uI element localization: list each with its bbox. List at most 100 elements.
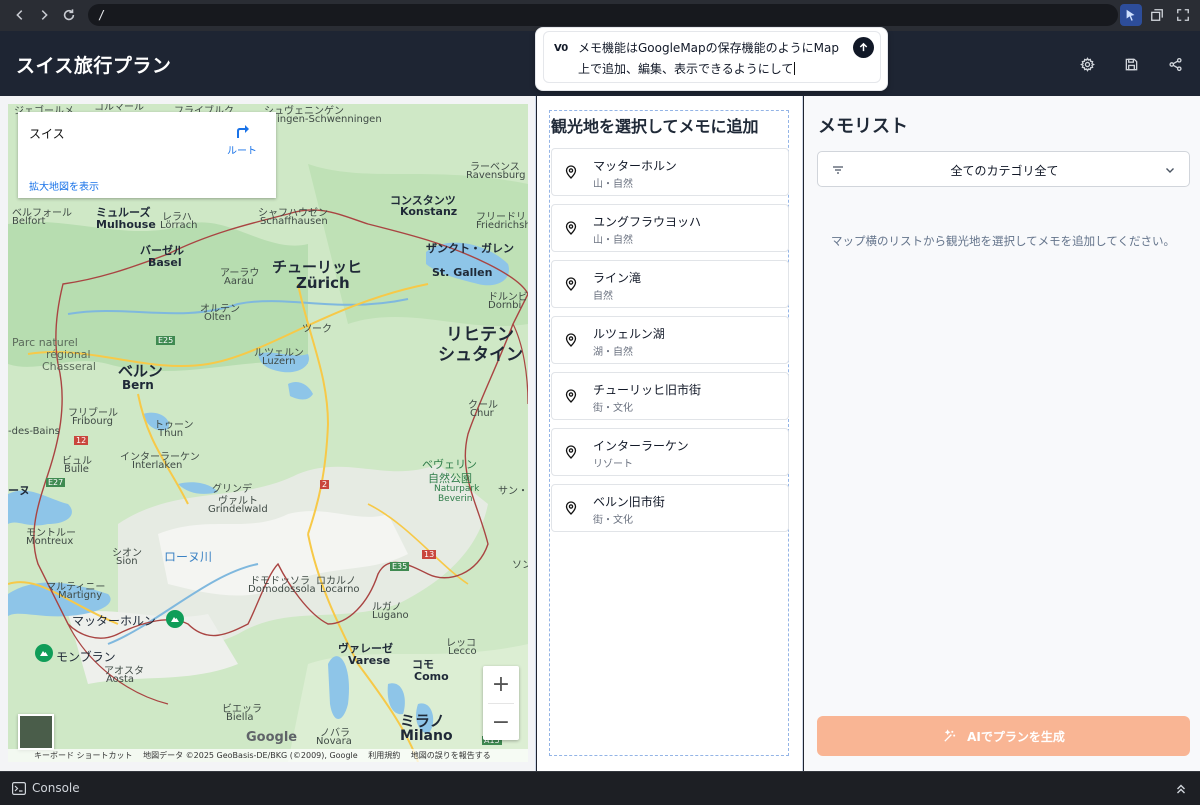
spot-name: ユングフラウヨッハ: [593, 215, 702, 229]
spot-item[interactable]: インターラーケン リゾート: [551, 428, 789, 476]
zoom-controls: + −: [483, 666, 519, 740]
map-label: Basel: [148, 256, 182, 269]
map-label: ザンクト・ガレン: [426, 242, 514, 255]
map-label: 13: [422, 550, 437, 559]
map-label: E25: [156, 336, 176, 345]
map-label: Lugano: [372, 610, 409, 621]
map-label: Zürich: [296, 274, 350, 292]
spot-category: 山・自然: [593, 235, 633, 246]
map-pin-icon: [565, 165, 577, 179]
map-label: E35: [390, 562, 410, 571]
spot-list-panel: 観光地を選択してメモに追加 マッターホルン 山・自然 ユングフラウヨッハ 山・自…: [537, 96, 803, 771]
map-label: Naturpark: [434, 484, 480, 494]
map-label: Interlaken: [132, 460, 183, 471]
map-label: 2: [320, 480, 330, 489]
map-label: Olten: [204, 312, 232, 323]
spot-list-title: 観光地を選択してメモに追加: [551, 117, 759, 136]
spot-item[interactable]: ユングフラウヨッハ 山・自然: [551, 204, 789, 252]
map-label: Milano: [400, 728, 453, 744]
prompt-text[interactable]: メモ機能はGoogleMapの保存機能のようにMap 上で追加、編集、表示できる…: [578, 38, 848, 80]
directions-icon: [237, 125, 249, 138]
map-type-toggle[interactable]: [18, 714, 54, 750]
console-label: Console: [32, 781, 80, 795]
map-label: Beverin: [438, 494, 473, 504]
terms-link[interactable]: 利用規約: [368, 751, 400, 760]
google-map[interactable]: ジェゴールメ コルマール フライブルク シュヴェニンゲン Villingen-S…: [8, 104, 528, 762]
map-label: -des-Bains: [8, 426, 60, 437]
select-cursor-icon[interactable]: [1120, 4, 1142, 26]
mountain-poi-icon[interactable]: [35, 644, 53, 662]
map-label: Biella: [226, 712, 254, 723]
settings-gear-icon[interactable]: [1076, 53, 1098, 75]
memo-list-title: メモリスト: [818, 116, 908, 137]
spot-item[interactable]: ルツェルン湖 湖・自然: [551, 316, 789, 364]
map-label: ソン: [512, 560, 528, 571]
map-place-card: スイス ルート 拡大地図を表示: [18, 112, 276, 198]
map-label: Sion: [116, 556, 138, 567]
back-icon[interactable]: [8, 3, 32, 27]
spot-category: 山・自然: [593, 179, 633, 190]
generate-plan-button[interactable]: AIでプランを生成: [817, 716, 1190, 756]
map-label: Friedrichsh: [476, 220, 528, 231]
map-label: Domodossola: [248, 584, 316, 595]
spot-item[interactable]: チューリッヒ旧市街 街・文化: [551, 372, 789, 420]
map-label: Chasseral: [42, 360, 96, 373]
spot-category: 街・文化: [593, 403, 633, 414]
arrow-up-icon: [859, 42, 868, 52]
map-pin-icon: [565, 221, 577, 235]
spot-name: インターラーケン: [593, 439, 689, 453]
copy-window-icon[interactable]: [1146, 4, 1168, 26]
send-button[interactable]: [853, 37, 874, 58]
prompt-input[interactable]: V0 メモ機能はGoogleMapの保存機能のようにMap 上で追加、編集、表示…: [543, 31, 881, 83]
zoom-in-button[interactable]: +: [483, 666, 519, 703]
reload-icon[interactable]: [57, 3, 81, 27]
spot-category: リゾート: [593, 459, 633, 470]
map-label: Montreux: [26, 536, 74, 547]
share-icon[interactable]: [1164, 53, 1186, 75]
view-larger-map-link[interactable]: 拡大地図を表示: [29, 178, 99, 193]
save-icon[interactable]: [1120, 53, 1142, 75]
map-pin-icon: [565, 333, 577, 347]
map-label: Lecco: [448, 646, 477, 657]
map-label: Aosta: [106, 674, 135, 685]
google-logo: Google: [246, 730, 298, 745]
map-pin-icon: [565, 501, 577, 515]
map-label: ローヌ川: [164, 550, 213, 564]
mountain-poi-icon[interactable]: [166, 610, 184, 628]
prompt-line-2: 上で追加、編集、表示できるようにして: [578, 62, 794, 76]
spot-item[interactable]: ライン滝 自然: [551, 260, 789, 308]
category-filter-select[interactable]: 全てのカテゴリ全て: [817, 151, 1190, 187]
map-label: Varese: [348, 654, 391, 667]
page-title: スイス旅行プラン: [16, 55, 172, 77]
magic-wand-icon: [944, 728, 956, 742]
route-label: ルート: [227, 146, 257, 157]
spot-item[interactable]: マッターホルン 山・自然: [551, 148, 789, 196]
report-error-link[interactable]: 地図の誤りを報告する: [411, 751, 491, 760]
map-label: Chur: [470, 408, 494, 419]
chevrons-up-icon[interactable]: [1174, 782, 1188, 796]
spot-category: 自然: [593, 291, 613, 302]
spot-item[interactable]: ベルン旧市街 街・文化: [551, 484, 789, 532]
map-label: マッターホルン: [72, 614, 156, 628]
v0-logo: V0: [554, 43, 568, 54]
map-label: Konstanz: [400, 205, 458, 218]
map-label: ーヌ: [8, 484, 30, 497]
zoom-out-button[interactable]: −: [483, 704, 519, 741]
spot-list: 観光地を選択してメモに追加 マッターホルン 山・自然 ユングフラウヨッハ 山・自…: [549, 110, 789, 756]
route-button[interactable]: ルート: [224, 122, 260, 157]
map-label: Martigny: [58, 590, 103, 601]
forward-icon[interactable]: [32, 3, 56, 27]
map-label: Belfort: [12, 216, 46, 227]
map-label: ツーク: [302, 324, 332, 335]
console-bar[interactable]: Console: [0, 771, 1200, 805]
url-input[interactable]: /: [88, 4, 1118, 26]
map-label: Ravensburg: [466, 170, 526, 181]
map-label: Locarno: [320, 584, 360, 595]
spot-name: マッターホルン: [593, 159, 677, 173]
map-panel: ジェゴールメ コルマール フライブルク シュヴェニンゲン Villingen-S…: [0, 96, 536, 771]
map-label: Como: [414, 670, 449, 683]
keyboard-shortcuts-link[interactable]: キーボード ショートカット: [34, 751, 133, 760]
text-caret: [794, 62, 796, 75]
fullscreen-icon[interactable]: [1172, 4, 1194, 26]
map-label: E27: [46, 478, 66, 487]
